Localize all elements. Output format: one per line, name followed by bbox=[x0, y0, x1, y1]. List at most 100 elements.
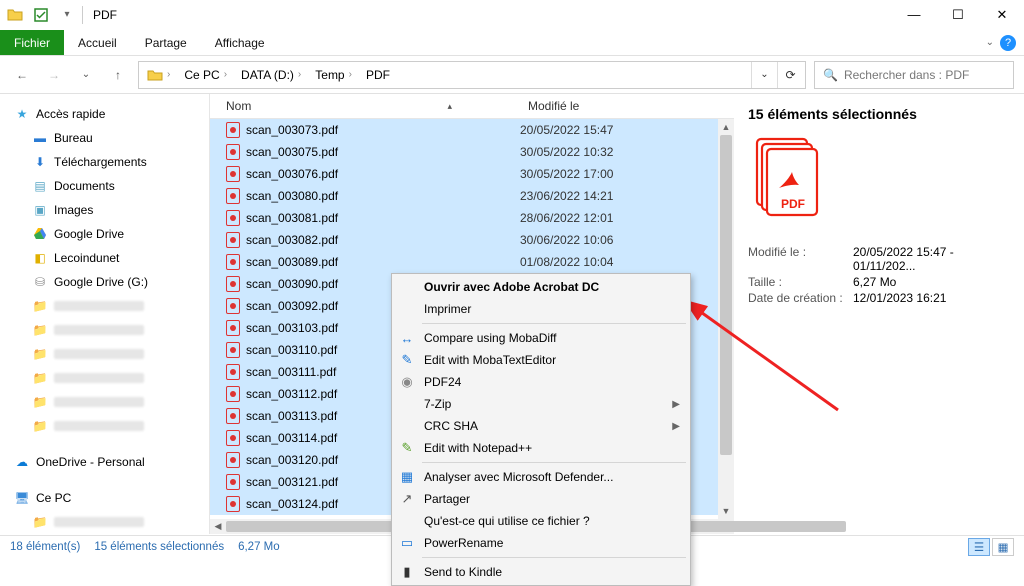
crumb-pdf[interactable]: PDF bbox=[360, 62, 396, 88]
tree-cepc[interactable]: 🖥Ce PC bbox=[4, 486, 205, 510]
help-icon[interactable]: ? bbox=[1000, 35, 1016, 51]
file-name: scan_003082.pdf bbox=[246, 233, 338, 247]
tab-accueil[interactable]: Accueil bbox=[64, 30, 131, 55]
tree-documents[interactable]: ▤Documents bbox=[4, 174, 205, 198]
file-name: scan_003112.pdf bbox=[246, 387, 337, 401]
minimize-button[interactable]: — bbox=[892, 0, 936, 30]
tree-blur-7[interactable]: 📁 bbox=[4, 510, 205, 534]
view-icons-button[interactable]: ▦ bbox=[992, 538, 1014, 556]
context-item-label: Qu'est-ce qui utilise ce fichier ? bbox=[424, 514, 680, 528]
context-item[interactable]: ↗Partager bbox=[392, 488, 690, 510]
file-name: scan_003110.pdf bbox=[246, 343, 337, 357]
tree-blur-1[interactable]: 📁 bbox=[4, 294, 205, 318]
file-modified: 30/05/2022 10:32 bbox=[520, 145, 670, 159]
back-button[interactable]: ← bbox=[10, 63, 34, 87]
file-row[interactable]: scan_003080.pdf23/06/2022 14:21 bbox=[210, 185, 734, 207]
context-item-icon: ▮ bbox=[398, 563, 416, 581]
tree-gdrive[interactable]: Google Drive bbox=[4, 222, 205, 246]
col-modified[interactable]: Modifié le bbox=[520, 94, 670, 118]
context-item[interactable]: ▮ Send to Kindle bbox=[392, 561, 690, 583]
nav-tree: ★ Accès rapide ▬Bureau ⬇Téléchargements … bbox=[0, 94, 210, 534]
context-separator bbox=[422, 557, 686, 558]
pdf-file-icon bbox=[226, 144, 240, 160]
crumb-temp[interactable]: Temp› bbox=[309, 62, 358, 88]
tab-partage[interactable]: Partage bbox=[131, 30, 201, 55]
tree-images[interactable]: ▣Images bbox=[4, 198, 205, 222]
pdf-file-icon bbox=[226, 342, 240, 358]
view-details-button[interactable]: ☰ bbox=[968, 538, 990, 556]
file-row[interactable]: scan_003075.pdf30/05/2022 10:32 bbox=[210, 141, 734, 163]
address-bar-row: ← → ⌄ ↑ › Ce PC› DATA (D:)› Temp› PDF ⌄ … bbox=[0, 56, 1024, 94]
tree-blur-6[interactable]: 📁 bbox=[4, 414, 205, 438]
tree-downloads[interactable]: ⬇Téléchargements bbox=[4, 150, 205, 174]
drive-icon: ⛁ bbox=[32, 274, 48, 290]
context-item[interactable]: ↔Compare using MobaDiff bbox=[392, 327, 690, 349]
history-dropdown-button[interactable]: ⌄ bbox=[74, 63, 98, 87]
crumb-data[interactable]: DATA (D:)› bbox=[235, 62, 307, 88]
tree-desktop[interactable]: ▬Bureau bbox=[4, 126, 205, 150]
address-dropdown-button[interactable]: ⌄ bbox=[751, 62, 777, 88]
context-item-icon bbox=[398, 417, 416, 435]
close-button[interactable]: ✕ bbox=[980, 0, 1024, 30]
context-item-label: Partager bbox=[424, 492, 680, 506]
context-item[interactable]: 7-Zip▶ bbox=[392, 393, 690, 415]
folder-icon: 📁 bbox=[32, 514, 48, 530]
scroll-left-icon[interactable]: ◀ bbox=[210, 519, 226, 534]
context-item[interactable]: ▦Analyser avec Microsoft Defender... bbox=[392, 466, 690, 488]
context-item-label: Send to Kindle bbox=[424, 565, 680, 579]
file-row[interactable]: scan_003082.pdf30/06/2022 10:06 bbox=[210, 229, 734, 251]
tab-affichage[interactable]: Affichage bbox=[201, 30, 279, 55]
vertical-scrollbar[interactable]: ▲ ▼ bbox=[718, 119, 734, 519]
tree-blur-3[interactable]: 📁 bbox=[4, 342, 205, 366]
context-item-label: Analyser avec Microsoft Defender... bbox=[424, 470, 680, 484]
maximize-button[interactable]: ☐ bbox=[936, 0, 980, 30]
file-row[interactable]: scan_003089.pdf01/08/2022 10:04 bbox=[210, 251, 734, 273]
details-size-label: Taille : bbox=[748, 275, 853, 289]
file-row[interactable]: scan_003081.pdf28/06/2022 12:01 bbox=[210, 207, 734, 229]
pdf-file-icon bbox=[226, 188, 240, 204]
col-name[interactable]: Nom▴ bbox=[210, 94, 520, 118]
file-name: scan_003073.pdf bbox=[246, 123, 338, 137]
context-item[interactable]: ▭PowerRename bbox=[392, 532, 690, 554]
context-item-label: PowerRename bbox=[424, 536, 680, 550]
forward-button[interactable]: → bbox=[42, 63, 66, 87]
qat-dropdown-icon[interactable]: ▾ bbox=[56, 4, 78, 26]
tree-blur-4[interactable]: 📁 bbox=[4, 366, 205, 390]
file-name: scan_003090.pdf bbox=[246, 277, 338, 291]
context-item[interactable]: CRC SHA▶ bbox=[392, 415, 690, 437]
tree-onedrive[interactable]: ☁OneDrive - Personal bbox=[4, 450, 205, 474]
context-item[interactable]: Ouvrir avec Adobe Acrobat DC bbox=[392, 276, 690, 298]
file-row[interactable]: scan_003076.pdf30/05/2022 17:00 bbox=[210, 163, 734, 185]
address-bar[interactable]: › Ce PC› DATA (D:)› Temp› PDF ⌄ ⟳ bbox=[138, 61, 806, 89]
folder-icon: 📁 bbox=[32, 298, 48, 314]
desktop-icon: ▬ bbox=[32, 130, 48, 146]
tree-lecoindunet[interactable]: ◧Lecoindunet bbox=[4, 246, 205, 270]
tree-gdrive-g[interactable]: ⛁Google Drive (G:) bbox=[4, 270, 205, 294]
up-button[interactable]: ↑ bbox=[106, 63, 130, 87]
scroll-thumb[interactable] bbox=[720, 135, 732, 455]
context-item-label: Edit with Notepad++ bbox=[424, 441, 680, 455]
file-row[interactable]: scan_003073.pdf20/05/2022 15:47 bbox=[210, 119, 734, 141]
qat-properties-icon[interactable] bbox=[30, 4, 52, 26]
scroll-down-icon[interactable]: ▼ bbox=[718, 503, 734, 519]
tree-blur-5[interactable]: 📁 bbox=[4, 390, 205, 414]
context-item[interactable]: ✎Edit with Notepad++ bbox=[392, 437, 690, 459]
tab-fichier[interactable]: Fichier bbox=[0, 30, 64, 55]
crumb-root[interactable]: › bbox=[141, 62, 176, 88]
context-item[interactable]: ✎Edit with MobaTextEditor bbox=[392, 349, 690, 371]
context-item[interactable]: ◉PDF24 bbox=[392, 371, 690, 393]
scroll-up-icon[interactable]: ▲ bbox=[718, 119, 734, 135]
context-item[interactable]: Qu'est-ce qui utilise ce fichier ? bbox=[392, 510, 690, 532]
context-item[interactable]: Imprimer bbox=[392, 298, 690, 320]
file-name: scan_003120.pdf bbox=[246, 453, 338, 467]
pdf-file-icon bbox=[226, 364, 240, 380]
folder-icon bbox=[4, 4, 26, 26]
search-input[interactable]: 🔍 Rechercher dans : PDF bbox=[814, 61, 1014, 89]
refresh-button[interactable]: ⟳ bbox=[777, 62, 803, 88]
tree-quick-access[interactable]: ★ Accès rapide bbox=[4, 102, 205, 126]
pdf-file-icon bbox=[226, 166, 240, 182]
details-size-value: 6,27 Mo bbox=[853, 275, 1010, 289]
ribbon-expand-icon[interactable]: ⌄ bbox=[986, 37, 994, 48]
crumb-cepc[interactable]: Ce PC› bbox=[178, 62, 233, 88]
tree-blur-2[interactable]: 📁 bbox=[4, 318, 205, 342]
